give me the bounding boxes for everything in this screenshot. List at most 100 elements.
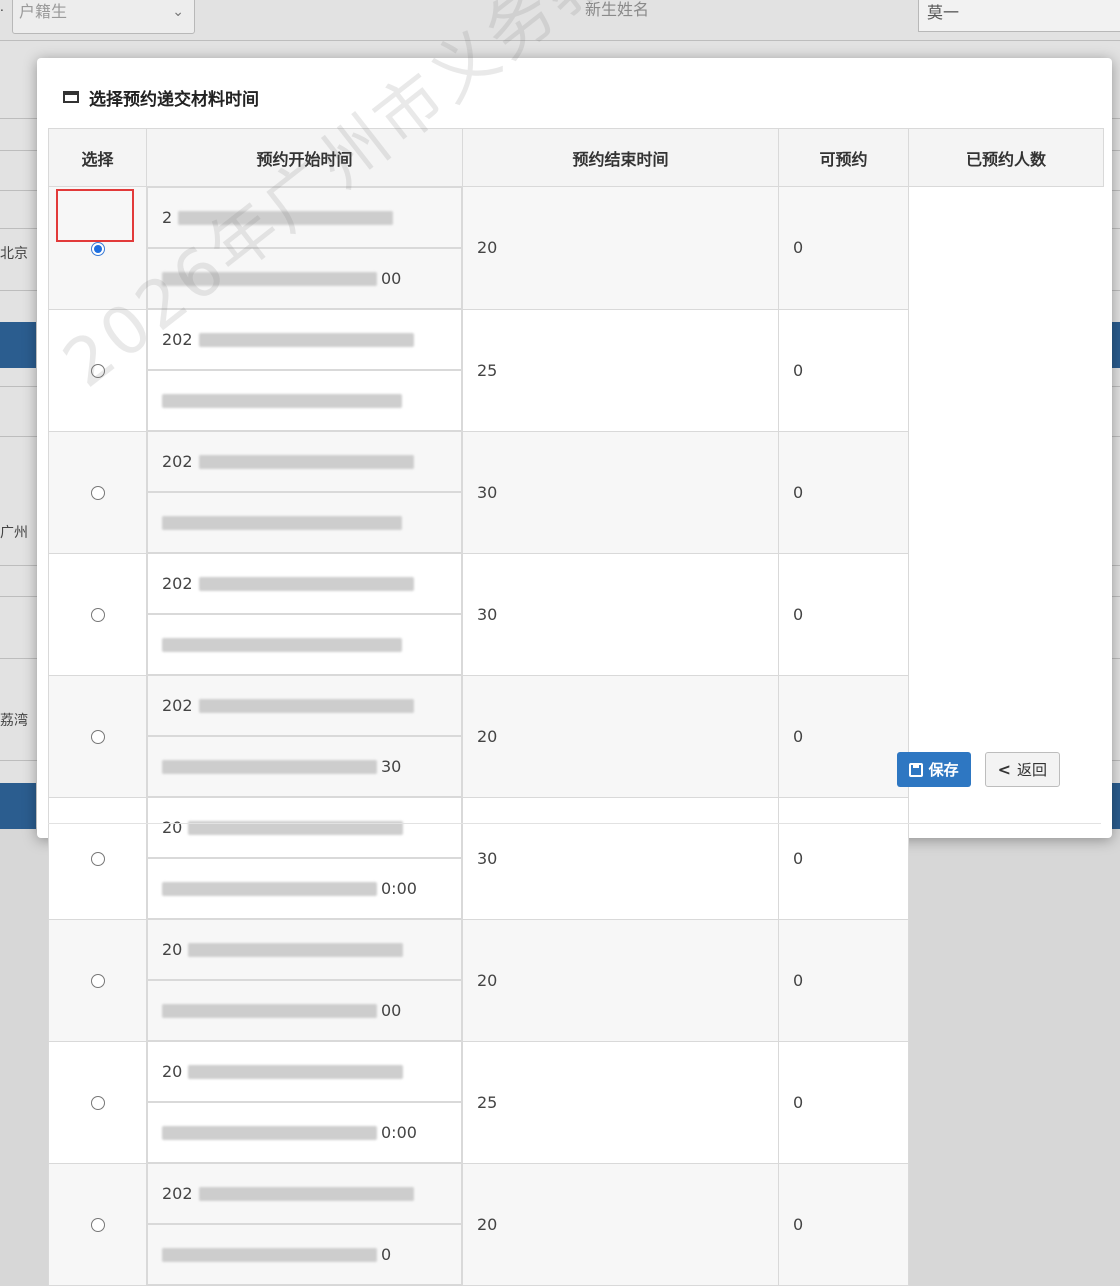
end-time-cell-text: 0 (381, 1245, 392, 1264)
select-radio[interactable] (90, 1218, 105, 1232)
table-row[interactable]: 2 00 20 0 (48, 186, 1104, 310)
select-cell[interactable] (48, 308, 147, 432)
chevron-left-icon: < (997, 760, 1011, 779)
select-cell[interactable] (48, 1040, 147, 1164)
capacity-cell-text: 20 (477, 238, 498, 258)
capacity-cell-text: 20 (477, 726, 498, 746)
select-cell[interactable] (48, 674, 147, 798)
save-icon (908, 762, 923, 777)
start-time-cell: 202 (147, 675, 462, 736)
background-fragment: 荔湾 (0, 713, 28, 729)
capacity-cell: 30 (462, 430, 779, 554)
capacity-cell: 25 (462, 1040, 779, 1164)
column-header-select: 选择 (48, 128, 147, 187)
end-time-cell-text: 30 (381, 757, 402, 776)
select-radio[interactable] (90, 608, 105, 622)
booked-count-cell-text: 0 (793, 848, 804, 868)
booked-count-cell: 0 (778, 1040, 909, 1164)
select-radio[interactable] (90, 730, 105, 744)
booked-count-cell-text: 0 (793, 970, 804, 990)
end-time-cell: 30 (147, 736, 462, 797)
end-time-cell: 00 (147, 248, 462, 309)
household-type-select[interactable]: 户籍生 ⌄ (12, 0, 195, 34)
booked-count-cell-text: 0 (793, 1092, 804, 1112)
capacity-cell-text: 25 (477, 360, 498, 380)
end-time-cell: 0:00 (147, 858, 462, 919)
table-row[interactable]: 20 0:00 25 0 (48, 1040, 1104, 1164)
capacity-cell: 25 (462, 308, 779, 432)
booked-count-cell-text: 0 (793, 726, 804, 746)
capacity-cell: 20 (462, 674, 779, 798)
end-time-cell-text: 0:00 (381, 879, 417, 898)
start-time-cell-text: 2 (162, 208, 173, 227)
select-cell[interactable] (48, 796, 147, 920)
start-time-cell: 20 (147, 1041, 462, 1102)
select-radio[interactable] (90, 486, 105, 500)
save-button[interactable]: 保存 (896, 752, 971, 787)
table-row[interactable]: 20 00 20 0 (48, 918, 1104, 1042)
background-blue-bar (0, 783, 36, 829)
start-time-cell: 20 (147, 797, 462, 858)
booked-count-cell: 0 (778, 796, 909, 920)
start-time-cell-text: 202 (162, 452, 193, 471)
select-radio[interactable] (90, 241, 105, 256)
table-row[interactable]: 202 25 0 (48, 308, 1104, 432)
redaction-blur (188, 1064, 404, 1079)
end-time-cell: 00 (147, 980, 462, 1041)
redaction-blur (162, 271, 377, 286)
booked-count-cell: 0 (778, 674, 909, 798)
background-fragment: 广州 (0, 525, 28, 541)
start-time-cell: 202 (147, 553, 462, 614)
end-time-cell (147, 370, 462, 431)
select-radio[interactable] (90, 852, 105, 866)
capacity-cell-text: 30 (477, 604, 498, 624)
start-time-cell-text: 202 (162, 1184, 193, 1203)
booked-count-cell-text: 0 (793, 1214, 804, 1234)
end-time-cell-text: 00 (381, 269, 402, 288)
select-cell[interactable] (48, 186, 147, 310)
appointment-time-dialog: 选择预约递交材料时间 选择 预约开始时间 预约结束时间 可预约 已预约人数 20… (37, 58, 1112, 1286)
capacity-cell-text: 20 (477, 1214, 498, 1234)
table-row[interactable]: 202 30 0 (48, 430, 1104, 554)
student-name-field[interactable]: 莫一 (918, 0, 1120, 32)
table-row[interactable]: 202 30 0 (48, 552, 1104, 676)
start-time-cell: 2 (147, 187, 462, 248)
select-radio[interactable] (90, 974, 105, 988)
table-row[interactable]: 20 0:00 30 0 (48, 796, 1104, 920)
background-blue-bar (0, 322, 36, 368)
capacity-cell: 20 (462, 918, 779, 1042)
redaction-blur (188, 942, 404, 957)
appointment-table-wrapper: 选择 预约开始时间 预约结束时间 可预约 已预约人数 2 00 20 0 202 25 0 2… (48, 128, 1104, 1286)
save-button-label: 保存 (928, 761, 959, 779)
booked-count-cell: 0 (778, 308, 909, 432)
end-time-cell-text: 0:00 (381, 1123, 417, 1142)
start-time-cell: 202 (147, 309, 462, 370)
appointment-table: 选择 预约开始时间 预约结束时间 可预约 已预约人数 2 00 20 0 202 25 0 2… (48, 128, 1104, 1286)
capacity-cell: 30 (462, 796, 779, 920)
capacity-cell-text: 30 (477, 848, 498, 868)
redaction-blur (198, 454, 414, 469)
end-time-cell (147, 614, 462, 675)
column-header-booked: 已预约人数 (908, 128, 1104, 187)
booked-count-cell: 0 (778, 552, 909, 676)
select-radio[interactable] (90, 364, 105, 378)
select-cell[interactable] (48, 552, 147, 676)
capacity-cell-text: 20 (477, 970, 498, 990)
select-cell[interactable] (48, 430, 147, 554)
table-row[interactable]: 202 0 20 0 (48, 1162, 1104, 1286)
redaction-blur (162, 759, 377, 774)
select-radio[interactable] (90, 1096, 105, 1110)
household-type-value: 户籍生 (19, 2, 68, 21)
booked-count-cell: 0 (778, 186, 909, 310)
start-time-cell: 202 (147, 431, 462, 492)
start-time-cell-text: 20 (162, 1062, 183, 1081)
start-time-cell: 20 (147, 919, 462, 980)
capacity-cell: 20 (462, 1162, 779, 1286)
column-header-capacity: 可预约 (778, 128, 909, 187)
back-button[interactable]: < 返回 (984, 752, 1060, 787)
redaction-blur (162, 393, 402, 408)
window-icon (63, 91, 79, 103)
select-cell[interactable] (48, 1162, 147, 1286)
booked-count-cell-text: 0 (793, 482, 804, 502)
select-cell[interactable] (48, 918, 147, 1042)
